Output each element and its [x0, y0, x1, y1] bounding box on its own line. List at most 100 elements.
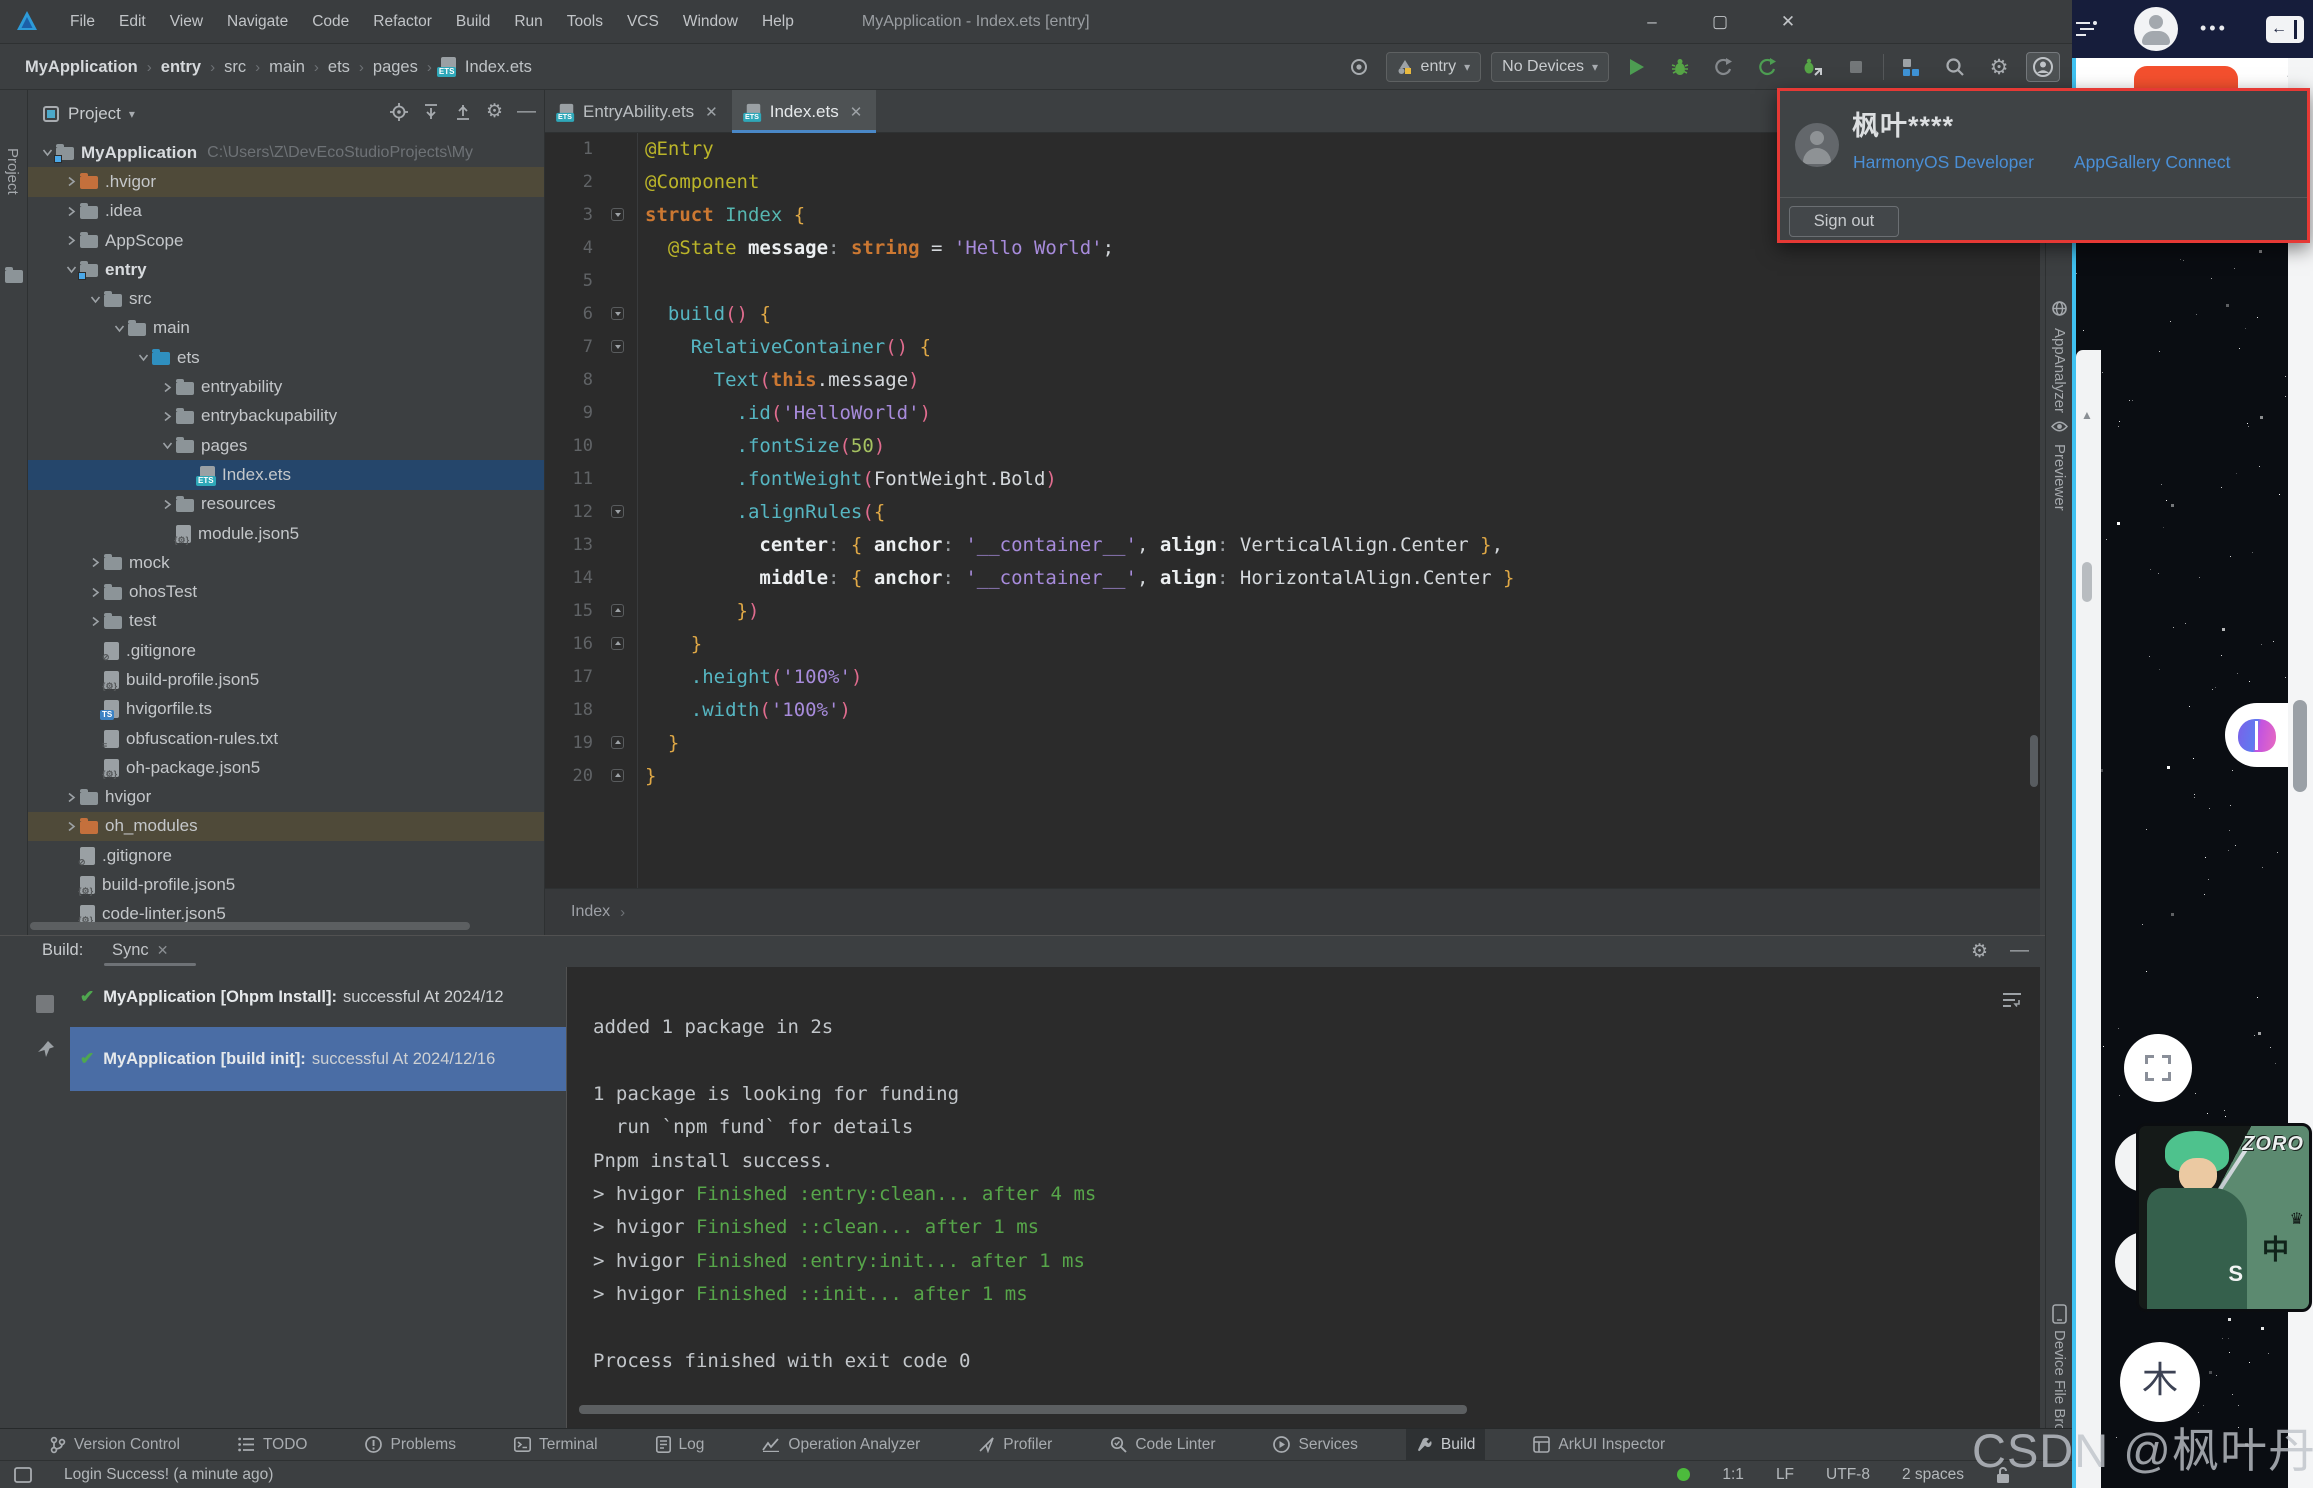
minimize-button[interactable]: – [1618, 0, 1686, 44]
build-result-row[interactable]: ✔MyApplication [Ohpm Install]: successfu… [70, 973, 566, 1021]
tree-row-pages[interactable]: pages [28, 431, 544, 460]
hide-icon[interactable]: — [517, 101, 536, 123]
tree-row-.gitignore[interactable]: ⊘.gitignore [28, 636, 544, 665]
sign-out-button[interactable]: Sign out [1789, 206, 1899, 237]
file-encoding[interactable]: UTF-8 [1826, 1466, 1870, 1484]
tree-row-test[interactable]: test [28, 607, 544, 636]
breadcrumb-item-pages[interactable]: pages [373, 58, 418, 77]
search-icon[interactable] [1938, 52, 1972, 82]
tree-row-.hvigor[interactable]: .hvigor [28, 167, 544, 196]
stop-icon[interactable] [1839, 52, 1873, 82]
chevron-collapsed-icon[interactable] [62, 235, 80, 246]
fold-close-icon[interactable] [611, 736, 624, 749]
tree-row-.gitignore[interactable]: ⊘.gitignore [28, 841, 544, 870]
floating-glyph-button[interactable]: 木 [2120, 1342, 2200, 1422]
tool-button-log[interactable]: Log [646, 1429, 715, 1461]
fold-open-icon[interactable] [611, 505, 624, 518]
menu-code[interactable]: Code [300, 9, 361, 35]
chevron-down-icon[interactable]: ▾ [129, 107, 135, 121]
menu-build[interactable]: Build [444, 9, 502, 35]
project-structure-icon[interactable] [1894, 52, 1928, 82]
menu-edit[interactable]: Edit [107, 9, 158, 35]
chevron-collapsed-icon[interactable] [62, 206, 80, 217]
menu-tools[interactable]: Tools [555, 9, 615, 35]
tree-row-src[interactable]: src [28, 284, 544, 313]
tree-row-main[interactable]: main [28, 314, 544, 343]
tree-row-entrybackupability[interactable]: entrybackupability [28, 402, 544, 431]
menu-vcs[interactable]: VCS [615, 9, 671, 35]
tool-button-problems[interactable]: Problems [355, 1429, 465, 1461]
tool-button-build[interactable]: Build [1406, 1429, 1485, 1461]
tree-row-obfuscation-rules.txt[interactable]: ≡obfuscation-rules.txt [28, 724, 544, 753]
tool-button-code-linter[interactable]: Code Linter [1100, 1429, 1225, 1461]
sidebar-item-app-analyzer[interactable]: AppAnalyzer [2051, 328, 2068, 413]
tool-button-version-control[interactable]: Version Control [40, 1429, 190, 1461]
fold-open-icon[interactable] [611, 340, 624, 353]
close-icon[interactable]: ✕ [705, 103, 718, 121]
tree-row-mock[interactable]: mock [28, 548, 544, 577]
build-result-row[interactable]: ✔MyApplication [build init]: successful … [70, 1027, 566, 1091]
chevron-collapsed-icon[interactable] [86, 587, 104, 598]
close-icon[interactable]: ✕ [157, 942, 169, 958]
maximize-button[interactable]: ▢ [1686, 0, 1754, 44]
breadcrumb-item-src[interactable]: src [224, 58, 246, 77]
tree-row-entry[interactable]: entry [28, 255, 544, 284]
chevron-collapsed-icon[interactable] [62, 821, 80, 832]
ai-assistant-button[interactable] [2225, 703, 2288, 767]
menu-run[interactable]: Run [502, 9, 554, 35]
breadcrumb-item-ets[interactable]: ets [328, 58, 350, 77]
tree-row-module.json5[interactable]: {⚙}module.json5 [28, 519, 544, 548]
chevron-collapsed-icon[interactable] [158, 411, 176, 422]
menu-help[interactable]: Help [750, 9, 806, 35]
scrollbar-thumb[interactable] [2082, 562, 2092, 602]
breadcrumb-item-main[interactable]: main [269, 58, 305, 77]
fold-close-icon[interactable] [611, 604, 624, 617]
close-button[interactable]: ✕ [1754, 0, 1822, 44]
build-tab-sync[interactable]: Sync✕ [112, 941, 168, 960]
menu-navigate[interactable]: Navigate [215, 9, 300, 35]
chevron-expanded-icon[interactable] [134, 352, 152, 363]
fold-close-icon[interactable] [611, 637, 624, 650]
tool-button-terminal[interactable]: Terminal [504, 1429, 608, 1461]
tree-horizontal-scrollbar[interactable] [30, 922, 470, 930]
tool-button-arkui-inspector[interactable]: ArkUI Inspector [1523, 1429, 1675, 1461]
sidebar-item-project[interactable]: Project [4, 148, 21, 195]
scroll-up-icon[interactable]: ▲ [2081, 408, 2093, 422]
tree-row-ohosTest[interactable]: ohosTest [28, 577, 544, 606]
chevron-collapsed-icon[interactable] [158, 499, 176, 510]
chevron-expanded-icon[interactable] [110, 323, 128, 334]
attach-debugger-icon[interactable] [1795, 52, 1829, 82]
account-avatar-icon[interactable] [2026, 52, 2060, 82]
console-horizontal-scrollbar[interactable] [579, 1405, 1467, 1414]
status-message[interactable]: Login Success! (a minute ago) [64, 1466, 273, 1484]
tree-row-Index.ets[interactable]: ETSIndex.ets [28, 460, 544, 489]
tree-row-oh_modules[interactable]: oh_modules [28, 812, 544, 841]
close-icon[interactable]: ✕ [850, 103, 863, 121]
run-icon[interactable] [1619, 52, 1653, 82]
tab-Index.ets[interactable]: ETSIndex.ets✕ [732, 90, 877, 133]
link-appgallery-connect[interactable]: AppGallery Connect [2074, 152, 2231, 173]
tree-row-resources[interactable]: resources [28, 490, 544, 519]
tool-button-todo[interactable]: TODO [228, 1429, 318, 1461]
tool-button-profiler[interactable]: Profiler [968, 1429, 1062, 1461]
chevron-collapsed-icon[interactable] [158, 382, 176, 393]
fold-open-icon[interactable] [611, 208, 624, 221]
tool-button-services[interactable]: Services [1263, 1429, 1367, 1461]
locate-icon[interactable] [390, 103, 408, 121]
settings-gear-icon[interactable]: ⚙ [1982, 52, 2016, 82]
tree-row-build-profile.json5[interactable]: {⚙}build-profile.json5 [28, 665, 544, 694]
menu-window[interactable]: Window [671, 9, 750, 35]
tree-row-entryability[interactable]: entryability [28, 372, 544, 401]
caret-position[interactable]: 1:1 [1722, 1466, 1744, 1484]
chevron-collapsed-icon[interactable] [86, 557, 104, 568]
fold-open-icon[interactable] [611, 307, 624, 320]
menu-view[interactable]: View [158, 9, 215, 35]
editor-breadcrumb-item[interactable]: Index [571, 903, 610, 921]
tree-row-MyApplication[interactable]: MyApplicationC:\Users\Z\DevEcoStudioProj… [28, 138, 544, 167]
breadcrumb-item-entry[interactable]: entry [161, 58, 201, 77]
scrollbar-thumb[interactable] [2293, 700, 2307, 792]
pin-icon[interactable] [36, 1039, 56, 1059]
left-scrollbar-gutter[interactable]: ▲ [2076, 350, 2101, 1488]
line-ending[interactable]: LF [1776, 1466, 1794, 1484]
chevron-expanded-icon[interactable] [86, 294, 104, 305]
